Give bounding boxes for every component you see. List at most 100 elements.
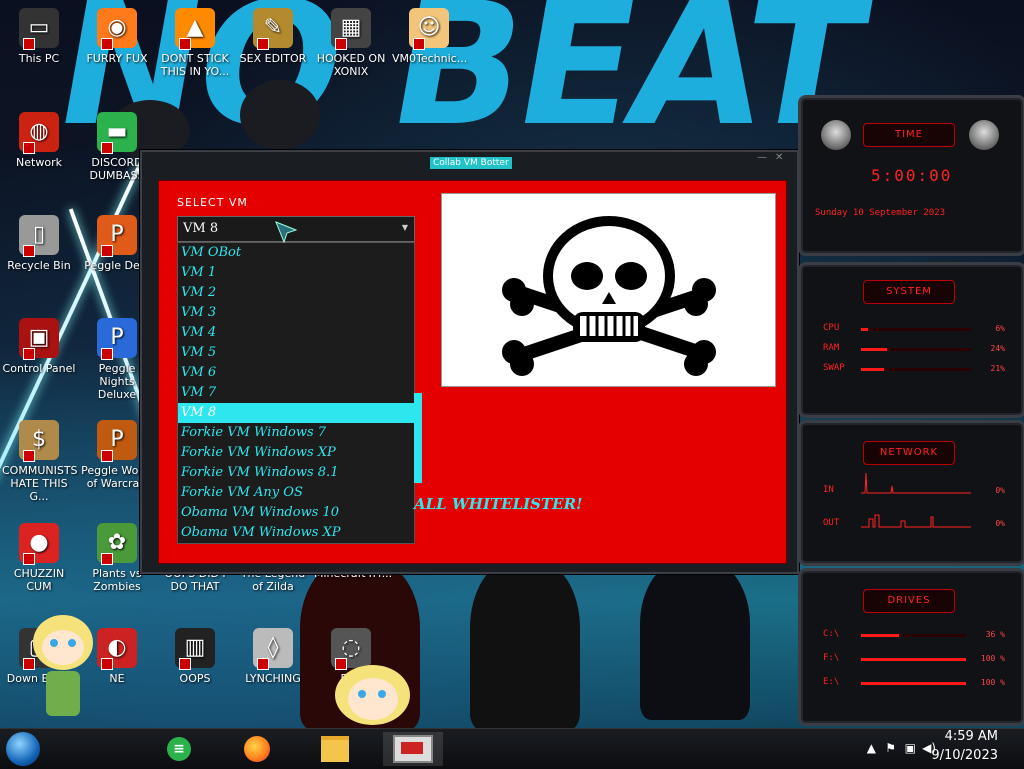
app-icon: ◊ xyxy=(253,628,293,670)
system-row-label: SWAP xyxy=(823,363,845,373)
vm-option[interactable]: Forkie VM Windows 7 xyxy=(178,423,414,443)
drive-value: 36 % xyxy=(985,630,1005,639)
vm-option[interactable]: VM 7 xyxy=(178,383,414,403)
shortcut-arrow-icon xyxy=(101,348,113,360)
skull-image xyxy=(441,193,776,387)
desktop-icon[interactable]: ◍ Network xyxy=(2,112,76,169)
system-row-label: CPU xyxy=(823,323,840,333)
desktop-icon[interactable]: ● CHUZZIN CUM xyxy=(2,523,76,593)
desktop-icon[interactable]: ◊ LYNCHING xyxy=(236,628,310,685)
desktop-icon-label: FURRY FUX xyxy=(86,52,148,65)
vm-option[interactable]: VM 4 xyxy=(178,323,414,343)
collab-vm-botter-taskbar-icon[interactable] xyxy=(383,732,443,766)
drive-value: 100 % xyxy=(980,678,1005,687)
desktop-icon[interactable]: ▣ Control Panel xyxy=(2,318,76,375)
shortcut-arrow-icon xyxy=(23,142,35,154)
desktop-icon-label: Control Panel xyxy=(2,362,76,375)
shortcut-arrow-icon xyxy=(257,658,269,670)
vm-option[interactable]: VM 6 xyxy=(178,363,414,383)
desktop-icon[interactable]: ▦ HOOKED ON XONIX xyxy=(314,8,388,78)
hidden-button-edge[interactable] xyxy=(414,393,422,483)
desktop-icon-label: HOOKED ON XONIX xyxy=(316,52,386,78)
network-heading: NETWORK xyxy=(863,441,955,465)
vm-option[interactable]: Forkie VM Windows 8.1 xyxy=(178,463,414,483)
vm-option[interactable]: VM 8 xyxy=(178,403,414,423)
shortcut-arrow-icon xyxy=(23,553,35,565)
desktop-icon[interactable]: ▲ DONT STICK THIS IN YO... xyxy=(158,8,232,78)
vm-option[interactable]: VM 3 xyxy=(178,303,414,323)
drive-label: E:\ xyxy=(823,677,840,687)
app-icon: ◉ xyxy=(97,8,137,50)
net-out-label: OUT xyxy=(823,518,840,528)
system-heading: SYSTEM xyxy=(863,280,955,304)
start-button[interactable] xyxy=(6,732,40,766)
close-icon[interactable]: ✕ xyxy=(775,152,789,164)
drives-heading: DRIVES xyxy=(863,589,955,613)
collab-vm-botter-window[interactable]: Collab VM Botter — ✕ SELECT VM VM 8 ▼ VM… xyxy=(140,150,799,574)
alien-head-icon xyxy=(821,120,851,150)
vm-option[interactable]: Forkie VM Windows XP xyxy=(178,443,414,463)
drive-usage-fill xyxy=(861,658,966,661)
gadget-date: Sunday 10 September 2023 xyxy=(815,208,946,218)
drive-label: F:\ xyxy=(823,653,840,663)
shortcut-arrow-icon xyxy=(335,38,347,50)
desktop-icon-label: COMMUNISTS HATE THIS G... xyxy=(2,464,78,503)
shortcut-arrow-icon xyxy=(23,450,35,462)
system-row-value: 6% xyxy=(995,324,1005,333)
desktop-icon-label: DONT STICK THIS IN YO... xyxy=(160,52,230,78)
minimize-icon[interactable]: — xyxy=(757,152,771,164)
shortcut-arrow-icon xyxy=(101,450,113,462)
app-icon: P xyxy=(97,318,137,360)
app-icon: ▯ xyxy=(19,215,59,257)
system-usage-fill xyxy=(861,328,868,331)
drive-label: C:\ xyxy=(823,629,840,639)
desktop-icon[interactable]: ▥ OOPS xyxy=(158,628,232,685)
taskbar-time[interactable]: 4:59 AM xyxy=(945,729,998,744)
app-icon: ◍ xyxy=(19,112,59,154)
desktop-icon[interactable]: ▭ This PC xyxy=(2,8,76,65)
shortcut-arrow-icon xyxy=(101,38,113,50)
firefox-taskbar-icon[interactable] xyxy=(240,732,274,766)
system-usage-fill xyxy=(861,368,885,371)
flag-icon[interactable]: ⚑ xyxy=(885,741,896,755)
file-explorer-taskbar-icon[interactable] xyxy=(318,732,352,766)
desktop-icon[interactable]: $ COMMUNISTS HATE THIS G... xyxy=(2,420,78,503)
chevron-down-icon[interactable]: ▼ xyxy=(398,217,412,239)
shortcut-arrow-icon xyxy=(23,348,35,360)
wallpaper-figure xyxy=(240,80,320,150)
show-hidden-icons-icon[interactable]: ▲ xyxy=(867,741,876,755)
window-title: Collab VM Botter xyxy=(430,157,512,169)
app-icon: ▥ xyxy=(175,628,215,670)
shortcut-arrow-icon xyxy=(101,553,113,565)
net-in-label: IN xyxy=(823,485,834,495)
taskbar-date[interactable]: 9/10/2023 xyxy=(931,748,998,763)
desktop-icon[interactable]: ◉ FURRY FUX xyxy=(80,8,154,65)
select-vm-label: SELECT VM xyxy=(177,196,248,209)
vm-option[interactable]: Obama VM Windows XP xyxy=(178,523,414,543)
network-tray-icon[interactable]: ▣ xyxy=(905,741,916,755)
vm-option[interactable]: Obama VM Windows 10 xyxy=(178,503,414,523)
desktop-icon[interactable]: ✎ SEX EDITOR xyxy=(236,8,310,65)
shortcut-arrow-icon xyxy=(23,245,35,257)
app-icon: ▦ xyxy=(331,8,371,50)
system-row-label: RAM xyxy=(823,343,840,353)
feedly-taskbar-icon[interactable]: ≡ xyxy=(162,732,196,766)
desktop-icon-label: Network xyxy=(16,156,62,169)
desktop-icon[interactable]: ▯ Recycle Bin xyxy=(2,215,76,272)
vm-options-list[interactable]: VM OBot VM 1 VM 2 VM 3 VM 4 VM 5 VM 6 VM 7 VM 8F… xyxy=(177,242,415,544)
gadget-clock: 5:00:00 xyxy=(871,166,953,185)
vm-option[interactable]: VM 5 xyxy=(178,343,414,363)
desktop-icon[interactable]: ☺ VM0Technic... xyxy=(392,8,467,65)
shortcut-arrow-icon xyxy=(101,142,113,154)
whitelister-text: ALL WHITELISTER! xyxy=(414,495,583,513)
network-graph xyxy=(861,472,971,528)
drive-value: 100 % xyxy=(980,654,1005,663)
vm-option[interactable]: VM 1 xyxy=(178,263,414,283)
net-out-value: 0% xyxy=(995,519,1005,528)
desktop-icon-label: CHUZZIN CUM xyxy=(13,567,65,593)
vm-option[interactable]: VM OBot xyxy=(178,243,414,263)
app-icon: ▬ xyxy=(97,112,137,154)
time-gadget: TIME 5:00:00 Sunday 10 September 2023 xyxy=(798,95,1024,256)
vm-option[interactable]: Forkie VM Any OS xyxy=(178,483,414,503)
vm-option[interactable]: VM 2 xyxy=(178,283,414,303)
